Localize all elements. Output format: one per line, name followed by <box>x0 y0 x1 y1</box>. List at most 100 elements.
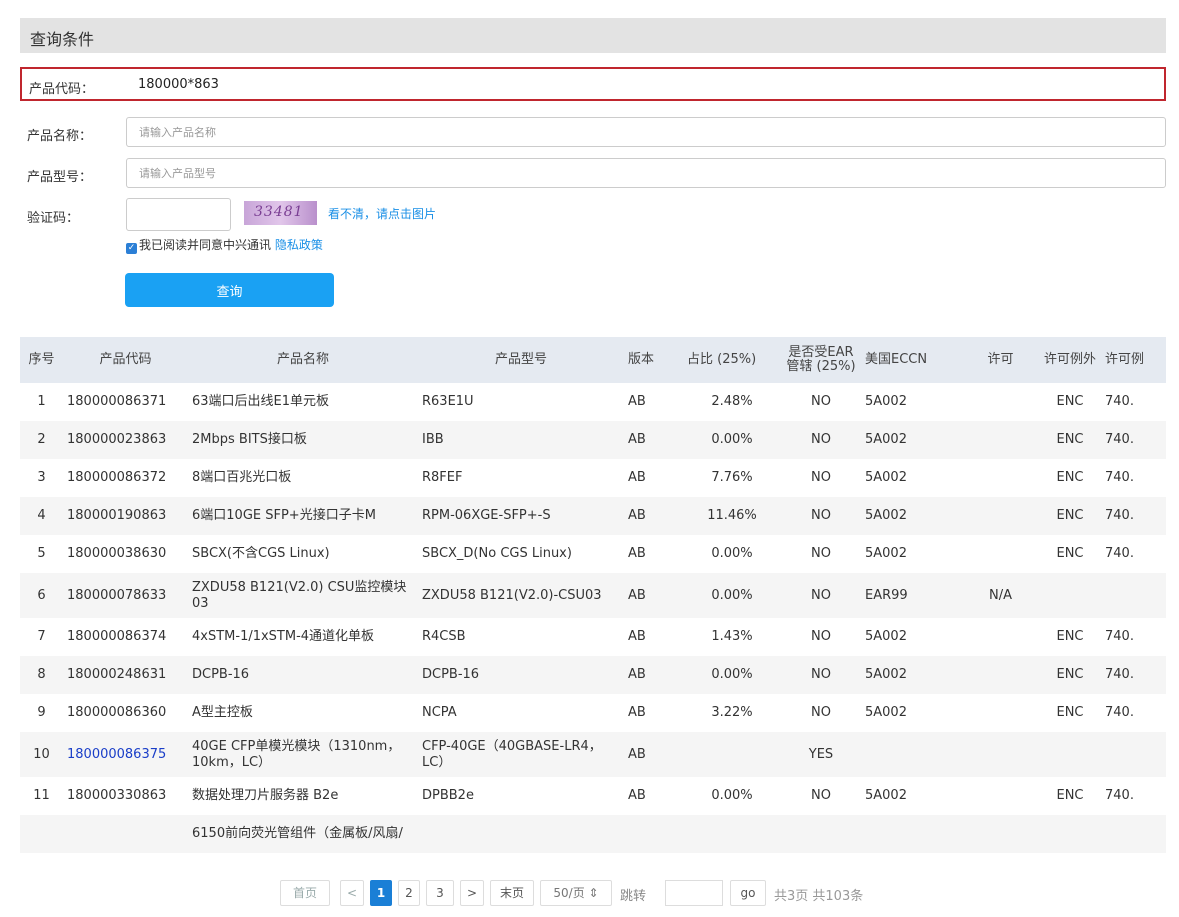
cell-code: 180000078633 <box>63 573 188 618</box>
cell-eccn: 5A002 <box>865 470 907 485</box>
captcha-label: 验证码： <box>27 211 80 226</box>
col-header-code: 产品代码 <box>63 337 188 383</box>
product-model-row: 产品型号： <box>20 157 1166 191</box>
go-button[interactable]: go <box>730 880 766 906</box>
cell-ratio: 7.76% <box>711 470 753 485</box>
cell-code: 180000086372 <box>67 470 167 485</box>
cell-ratio: 0.00% <box>711 546 753 561</box>
agree-text: 我已阅读并同意中兴通讯 <box>139 238 272 252</box>
cell-exception: ENC <box>1039 421 1101 459</box>
cell-exception: ENC <box>1056 394 1084 409</box>
first-page-button[interactable]: 首页 <box>280 880 330 906</box>
cell-no: 10 <box>20 732 63 777</box>
cell-eccn: 5A002 <box>861 497 962 535</box>
cell-ear: NO <box>811 629 831 644</box>
cell-license-2 <box>1101 573 1166 618</box>
cell-ratio <box>683 732 781 777</box>
cell-ear: NO <box>811 394 831 409</box>
jump-page-input[interactable] <box>665 880 723 906</box>
cell-eccn <box>861 732 962 777</box>
cell-code <box>63 815 188 853</box>
query-button[interactable]: 查询 <box>125 273 334 307</box>
cell-ear: NO <box>781 421 861 459</box>
cell-code: 180000086374 <box>67 629 167 644</box>
jump-label: 跳转 <box>620 889 647 904</box>
cell-license-2: 740. <box>1105 394 1134 409</box>
page-3-button[interactable]: 3 <box>426 880 454 906</box>
agree-checkbox[interactable]: ✓ <box>126 243 137 254</box>
cell-ratio: 1.43% <box>711 629 753 644</box>
page-size-select[interactable]: 50/页 ⇕ <box>540 880 612 906</box>
cell-no: 9 <box>37 705 46 720</box>
cell-code: 180000330863 <box>67 788 167 803</box>
cell-exception: ENC <box>1039 497 1101 535</box>
page-2-button[interactable]: 2 <box>398 880 420 906</box>
cell-name: 63端口后出线E1单元板 <box>192 394 330 409</box>
cell-ear: NO <box>781 497 861 535</box>
product-name-input[interactable] <box>126 117 1166 147</box>
captcha-input[interactable] <box>126 198 231 231</box>
col-header-ratio: 占比 (25%) <box>683 337 781 383</box>
cell-model: ZXDU58 B121(V2.0)-CSU03 <box>418 573 624 618</box>
cell-license <box>962 656 1039 694</box>
cell-ratio: 0.00% <box>683 573 781 618</box>
cell-no: 3 <box>37 470 46 485</box>
captcha-image[interactable]: 33481 <box>244 201 317 225</box>
cell-version: AB <box>624 421 683 459</box>
cell-exception: ENC <box>1039 656 1101 694</box>
cell-exception: ENC <box>1056 705 1084 720</box>
next-page-button[interactable]: > <box>460 880 484 906</box>
cell-model: CFP-40GE（40GBASE-LR4，LC） <box>418 732 624 777</box>
cell-name: 2Mbps BITS接口板 <box>188 421 418 459</box>
cell-license <box>962 694 1039 732</box>
cell-no: 7 <box>37 629 46 644</box>
table-row: 10 180000086375 40GE CFP单模光模块（1310nm，10k… <box>20 732 1166 777</box>
cell-model: NCPA <box>422 705 457 720</box>
product-name-label: 产品名称： <box>27 129 93 144</box>
cell-ear: YES <box>781 732 861 777</box>
col-header-license-2: 许可例 <box>1101 337 1166 383</box>
cell-license-2: 740. <box>1101 421 1166 459</box>
page-summary: 共3页 共103条 <box>774 889 864 904</box>
table-row: 1 180000086371 63端口后出线E1单元板 R63E1U AB 2.… <box>20 383 1166 421</box>
prev-page-button[interactable]: < <box>340 880 364 906</box>
cell-model: R4CSB <box>422 629 466 644</box>
table-row: 6150前向荧光管组件（金属板/风扇/ <box>20 815 1166 853</box>
captcha-refresh-link[interactable]: 看不清，请点击图片 <box>328 205 436 222</box>
cell-version: AB <box>628 788 646 803</box>
product-model-input[interactable] <box>126 158 1166 188</box>
cell-code-link[interactable]: 180000086375 <box>63 732 188 777</box>
cell-license <box>962 383 1039 421</box>
cell-ear: NO <box>811 705 831 720</box>
cell-version: AB <box>628 394 646 409</box>
results-table-container[interactable]: 序号 产品代码 产品名称 产品型号 版本 占比 (25%) 是否受EAR管辖 (… <box>20 337 1166 865</box>
cell-no: 4 <box>20 497 63 535</box>
cell-code: 180000248631 <box>63 656 188 694</box>
cell-name: 6150前向荧光管组件（金属板/风扇/ <box>188 815 418 853</box>
cell-license-2 <box>1101 732 1166 777</box>
cell-license <box>962 777 1039 815</box>
cell-ratio: 0.00% <box>683 656 781 694</box>
cell-exception <box>1039 732 1101 777</box>
table-header-row: 序号 产品代码 产品名称 产品型号 版本 占比 (25%) 是否受EAR管辖 (… <box>20 337 1166 383</box>
cell-model <box>418 815 624 853</box>
table-row: 7 180000086374 4xSTM-1/1xSTM-4通道化单板 R4CS… <box>20 618 1166 656</box>
cell-model: R63E1U <box>422 394 474 409</box>
cell-license <box>962 497 1039 535</box>
cell-ratio: 0.00% <box>683 421 781 459</box>
privacy-policy-link[interactable]: 隐私政策 <box>275 238 323 252</box>
col-header-ear: 是否受EAR管辖 (25%) <box>781 337 861 383</box>
col-header-no: 序号 <box>20 337 63 383</box>
cell-license <box>962 815 1039 853</box>
cell-no <box>20 815 63 853</box>
cell-license <box>962 421 1039 459</box>
last-page-button[interactable]: 末页 <box>490 880 534 906</box>
page-1-button[interactable]: 1 <box>370 880 392 906</box>
cell-license-2: 740. <box>1105 629 1134 644</box>
cell-code: 180000086360 <box>67 705 167 720</box>
product-code-input[interactable] <box>126 69 1164 99</box>
cell-code: 180000023863 <box>63 421 188 459</box>
cell-version: AB <box>628 546 646 561</box>
cell-version <box>624 815 683 853</box>
cell-eccn: 5A002 <box>861 656 962 694</box>
